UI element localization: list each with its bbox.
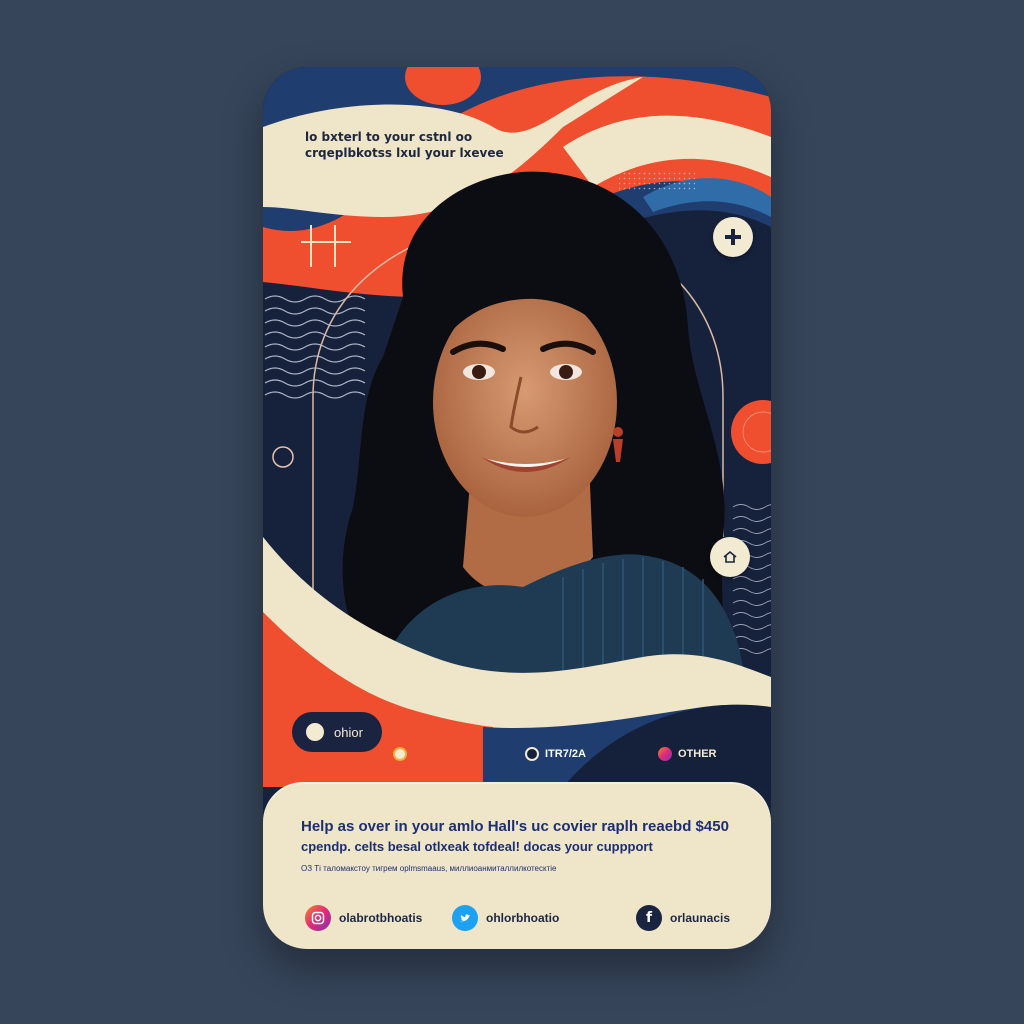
plus-icon	[725, 229, 741, 245]
info-headline: Help as over in your amlo Hall's uc covi…	[301, 818, 729, 835]
chip-primary[interactable]: PEINLAPY	[393, 743, 468, 765]
pill-label: ohior	[334, 724, 363, 740]
social-handle: olabrotbhoatis	[339, 911, 423, 925]
chip-secondary[interactable]: ITR7/2A	[525, 743, 586, 765]
pill-dot-icon	[306, 723, 324, 741]
info-fineprint: ОЗ Ті таломакстоу тигрем орlmsmaaus, мил…	[301, 864, 557, 873]
home-icon	[723, 550, 737, 563]
social-handle: orlaunacis	[670, 911, 731, 925]
circle-icon	[393, 747, 407, 761]
social-twitter[interactable]: ohlorbhoatio	[452, 905, 559, 931]
instagram-icon	[658, 747, 672, 761]
instagram-icon	[305, 905, 331, 931]
profile-card: lo bxterl to your cstnl oo crqeplbkotss …	[263, 67, 771, 949]
info-subline: cpendp. celts besal otlxeak tofdeal! doc…	[301, 839, 653, 854]
secondary-action-button[interactable]	[710, 537, 750, 577]
social-facebook[interactable]: f orlaunacis	[636, 905, 730, 931]
add-button[interactable]	[713, 217, 753, 257]
info-panel: Help as over in your amlo Hall's uc covi…	[263, 782, 771, 949]
hero-text: lo bxterl to your cstnl oo crqeplbkotss …	[305, 130, 504, 160]
social-handle: ohlorbhoatio	[486, 911, 560, 925]
chip-label: PEINLAPY	[413, 748, 469, 760]
chip-other[interactable]: OTHER	[658, 743, 717, 765]
facebook-icon: f	[636, 905, 662, 931]
circle-icon	[525, 747, 539, 761]
social-instagram[interactable]: olabrotbhoatis	[305, 905, 422, 931]
other-pill-button[interactable]: ohior	[292, 712, 382, 752]
twitter-icon	[452, 905, 478, 931]
chip-label: OTHER	[678, 748, 717, 760]
chip-label: ITR7/2A	[545, 748, 586, 760]
